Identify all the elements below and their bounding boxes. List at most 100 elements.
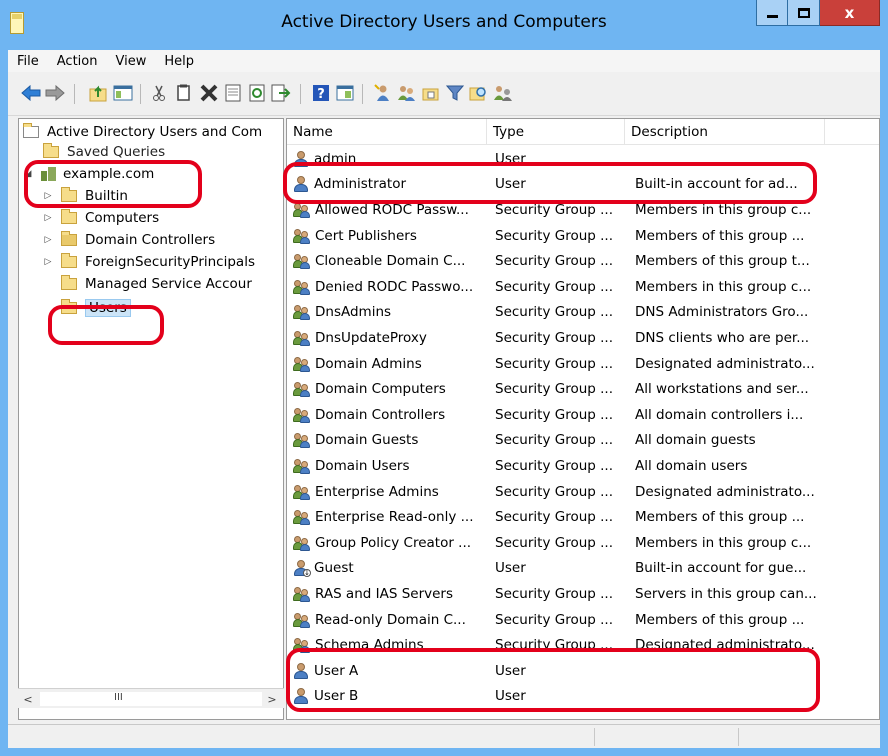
list-row[interactable]: Domain Guests Security Group ... All domai… <box>287 428 879 454</box>
tree-item-label: Domain Controllers <box>85 232 216 248</box>
list-row[interactable]: Enterprise Read-only ... Security Group .… <box>287 504 879 530</box>
scroll-thumb[interactable]: III <box>40 692 262 706</box>
cell-name: Enterprise Admins <box>293 479 493 505</box>
row-name: admin <box>314 150 357 167</box>
security-group-icon <box>293 509 311 526</box>
menu-file[interactable]: File <box>8 54 48 69</box>
mmc-icon[interactable] <box>334 82 356 104</box>
list-row[interactable]: Cert Publishers Security Group ... Members… <box>287 223 879 249</box>
security-group-icon <box>293 407 311 423</box>
menu-help[interactable]: Help <box>155 54 203 69</box>
list-row[interactable]: admin User <box>287 146 879 172</box>
row-description: All domain controllers i... <box>635 406 804 423</box>
title-bar[interactable]: Active Directory Users and Computers x <box>0 0 888 50</box>
expand-arrow-icon[interactable]: ▷ <box>43 191 53 201</box>
list-row[interactable]: RAS and IAS Servers Security Group ... Ser… <box>287 581 879 607</box>
column-header-type[interactable]: Type <box>487 119 625 145</box>
add-to-group-icon[interactable] <box>492 82 514 104</box>
status-bar-divider <box>594 728 595 746</box>
collapse-arrow-icon[interactable]: ◢ <box>23 169 33 179</box>
tree-item-computers[interactable]: ▷ Computers <box>43 207 159 229</box>
list-row[interactable]: DnsUpdateProxy Security Group ... DNS clie… <box>287 325 879 351</box>
help-icon[interactable]: ? <box>310 82 332 104</box>
console-tree[interactable]: Active Directory Users and Com Saved Que… <box>18 118 284 720</box>
new-user-icon[interactable] <box>372 82 394 104</box>
tree-item-saved-queries[interactable]: Saved Queries <box>43 141 165 163</box>
list-row[interactable]: Cloneable Domain C... Security Group ... M… <box>287 248 879 274</box>
row-description: All workstations and ser... <box>635 381 809 398</box>
menu-view[interactable]: View <box>106 54 155 69</box>
list-row[interactable]: Allowed RODC Passw... Security Group ... M… <box>287 197 879 223</box>
cell-name: RAS and IAS Servers <box>293 581 493 607</box>
new-group-icon[interactable] <box>396 82 418 104</box>
list-row[interactable]: Schema Admins Security Group ... Designate… <box>287 632 879 658</box>
tree-item-foreign-security-principals[interactable]: ▷ ForeignSecurityPrincipals <box>43 251 255 273</box>
forward-arrow-icon[interactable] <box>44 82 66 104</box>
list-row[interactable]: Group Policy Creator ... Security Group .… <box>287 530 879 556</box>
close-button[interactable]: x <box>820 0 880 26</box>
list-row[interactable]: Administrator User Built-in account for ad… <box>287 172 879 198</box>
copy-icon[interactable] <box>172 82 194 104</box>
list-row[interactable]: User A User <box>287 658 879 684</box>
tree-item-label: Saved Queries <box>67 144 166 160</box>
details-list[interactable]: Name Type Description admin User Administr… <box>286 118 880 720</box>
domain-icon <box>41 167 57 181</box>
row-description: Servers in this group can... <box>635 585 817 602</box>
refresh-icon[interactable] <box>246 82 268 104</box>
tree-horizontal-scrollbar[interactable]: < III > <box>18 688 284 708</box>
filter-icon[interactable] <box>444 82 466 104</box>
minimize-button[interactable] <box>756 0 788 26</box>
list-row[interactable]: Domain Users Security Group ... All domain… <box>287 453 879 479</box>
list-row[interactable]: ↓ Guest User Built-in account for gue... <box>287 556 879 582</box>
expand-arrow-icon[interactable]: ▷ <box>43 257 53 267</box>
security-group-icon <box>293 612 311 628</box>
new-ou-icon[interactable] <box>420 82 442 104</box>
row-type: Security Group ... <box>495 329 613 346</box>
cut-icon[interactable] <box>148 82 170 104</box>
row-type: Security Group ... <box>495 253 613 270</box>
folder-icon <box>61 299 77 314</box>
list-row[interactable]: DnsAdmins Security Group ... DNS Administr… <box>287 300 879 326</box>
list-row[interactable]: Read-only Domain C... Security Group ... M… <box>287 607 879 633</box>
security-group-icon <box>293 432 311 449</box>
maximize-button[interactable] <box>788 0 820 26</box>
list-row[interactable]: Enterprise Admins Security Group ... Desig… <box>287 479 879 505</box>
list-row[interactable]: User B User <box>287 684 879 710</box>
show-tree-icon[interactable] <box>112 82 134 104</box>
tree-item-domain-controllers[interactable]: ▷ Domain Controllers <box>43 229 215 251</box>
menu-action[interactable]: Action <box>48 54 107 69</box>
find-icon[interactable] <box>468 82 490 104</box>
tree-item-label: ForeignSecurityPrincipals <box>85 254 255 270</box>
row-name: Allowed RODC Passw... <box>315 201 469 218</box>
column-header-description[interactable]: Description <box>625 119 825 145</box>
list-row[interactable]: Denied RODC Passwo... Security Group ... M… <box>287 274 879 300</box>
tree-item-label: example.com <box>63 166 155 182</box>
tree-item-example-com[interactable]: ◢ example.com <box>23 163 155 185</box>
row-name: Cert Publishers <box>315 227 417 244</box>
tree-item-builtin[interactable]: ▷ Builtin <box>43 185 128 207</box>
list-row[interactable]: Domain Admins Security Group ... Designate… <box>287 351 879 377</box>
folder-icon <box>61 187 77 202</box>
delete-icon[interactable] <box>198 82 220 104</box>
column-header-name[interactable]: Name <box>287 119 487 145</box>
scroll-left-icon[interactable]: < <box>20 691 36 707</box>
expand-arrow-icon[interactable]: ▷ <box>43 235 53 245</box>
user-icon <box>293 662 309 679</box>
row-name: DnsAdmins <box>315 304 392 321</box>
tree-root[interactable]: Active Directory Users and Com <box>23 121 262 143</box>
toolbar-separator <box>362 84 363 104</box>
list-row[interactable]: Domain Controllers Security Group ... All … <box>287 402 879 428</box>
tree-item-users[interactable]: Users <box>61 297 131 319</box>
expand-arrow-icon[interactable]: ▷ <box>43 213 53 223</box>
cell-name: admin <box>293 146 493 172</box>
toolbar: ? <box>8 74 880 116</box>
scroll-right-icon[interactable]: > <box>264 691 280 707</box>
up-folder-icon[interactable] <box>88 82 110 104</box>
tree-item-managed-service-accounts[interactable]: Managed Service Accour <box>61 273 252 295</box>
list-row[interactable]: Domain Computers Security Group ... All wo… <box>287 376 879 402</box>
row-description: Built-in account for ad... <box>635 176 798 193</box>
scroll-grip: III <box>114 692 123 703</box>
back-arrow-icon[interactable] <box>20 82 42 104</box>
export-list-icon[interactable] <box>270 82 292 104</box>
properties-icon[interactable] <box>222 82 244 104</box>
